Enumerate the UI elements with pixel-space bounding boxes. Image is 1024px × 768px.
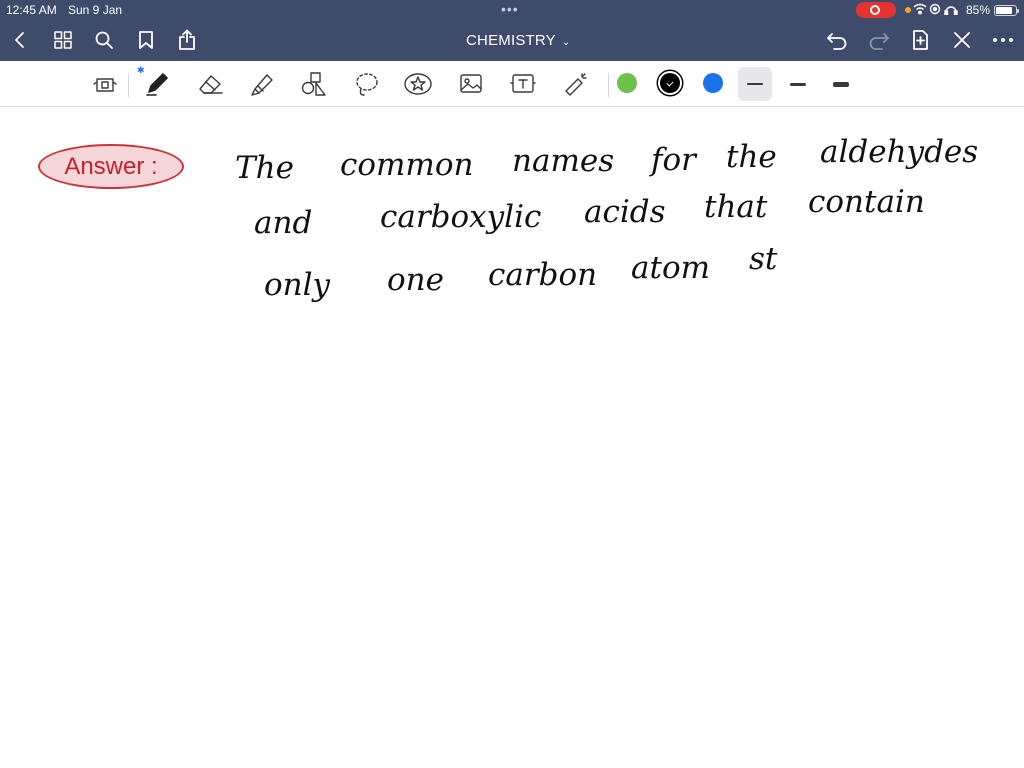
grid-icon[interactable] <box>51 28 75 52</box>
handwritten-word: the <box>726 139 777 175</box>
status-bar: 12:45 AM Sun 9 Jan ••• 85% <box>0 0 1024 20</box>
status-time: 12:45 AM <box>6 3 57 17</box>
handwritten-word: carboxylic <box>380 199 542 235</box>
multitask-handle[interactable]: ••• <box>501 1 519 17</box>
stroke-thick-line <box>833 81 849 87</box>
stroke-thin-option[interactable] <box>738 67 772 101</box>
handwritten-word: names <box>512 143 615 179</box>
shapes-icon[interactable] <box>299 70 329 98</box>
stroke-thick-option[interactable] <box>824 67 858 101</box>
answer-label-text: Answer : <box>64 152 158 180</box>
handwritten-word: st <box>749 241 778 277</box>
title-chevron-down-icon[interactable]: ⌄ <box>562 37 571 48</box>
read-mode-icon[interactable] <box>90 70 120 98</box>
note-canvas[interactable]: Answer : The common names for the aldehy… <box>0 107 1024 768</box>
top-chrome: 12:45 AM Sun 9 Jan ••• 85% CHEMISTRY ⌄ <box>0 0 1024 61</box>
handwritten-word: aldehydes <box>820 134 979 170</box>
wifi-icon <box>913 3 961 18</box>
handwritten-word: for <box>651 142 696 178</box>
document-title-text: CHEMISTRY <box>466 32 556 49</box>
handwritten-word: atom <box>631 250 710 286</box>
handwritten-word: acids <box>584 194 666 230</box>
text-icon[interactable] <box>508 70 538 98</box>
color-swatch-green[interactable] <box>617 73 637 93</box>
handwritten-word: one <box>387 262 444 298</box>
color-swatch-black[interactable] <box>660 73 680 93</box>
close-icon[interactable] <box>950 28 974 52</box>
redo-icon[interactable] <box>867 28 891 52</box>
document-title[interactable]: CHEMISTRY ⌄ <box>466 32 570 49</box>
stroke-medium-option[interactable] <box>781 67 815 101</box>
toolbar-divider <box>608 73 609 97</box>
lasso-icon[interactable] <box>352 70 382 98</box>
battery-icon <box>994 5 1019 16</box>
image-icon[interactable] <box>456 70 486 98</box>
mic-indicator-icon <box>905 7 911 13</box>
search-icon[interactable] <box>92 28 116 52</box>
undo-icon[interactable] <box>825 28 849 52</box>
handwritten-word: that <box>704 189 768 225</box>
sticker-icon[interactable] <box>403 70 433 98</box>
handwritten-word: only <box>264 267 331 303</box>
more-icon[interactable] <box>991 28 1015 52</box>
drawing-toolbar: ✱ <box>0 61 1024 107</box>
handwritten-word: common <box>340 147 474 183</box>
stroke-thin-line <box>747 83 763 85</box>
handwritten-word: The <box>235 150 294 186</box>
handwritten-word: contain <box>808 184 925 220</box>
eraser-icon[interactable] <box>195 70 225 98</box>
screen-recording-icon[interactable] <box>856 2 896 18</box>
status-date: Sun 9 Jan <box>68 3 123 17</box>
toolbar-divider <box>128 73 129 97</box>
handwritten-word: and <box>254 205 313 241</box>
share-icon[interactable] <box>175 28 199 52</box>
add-page-icon[interactable] <box>908 28 932 52</box>
highlighter-icon[interactable] <box>247 70 277 98</box>
pen-icon[interactable] <box>142 70 172 98</box>
answer-label: Answer : <box>38 144 184 189</box>
navigation-bar: CHEMISTRY ⌄ <box>0 20 1024 61</box>
back-chevron-icon[interactable] <box>8 28 32 52</box>
handwritten-word: carbon <box>488 257 598 293</box>
battery-percent: 85% <box>966 3 991 17</box>
stroke-medium-line <box>790 82 806 86</box>
bookmark-icon[interactable] <box>134 28 158 52</box>
laser-pointer-icon[interactable] <box>561 70 591 98</box>
color-swatch-blue[interactable] <box>703 73 723 93</box>
